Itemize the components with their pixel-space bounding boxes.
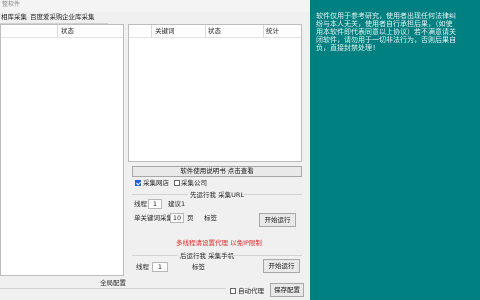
auto-proxy-checkbox[interactable] [230, 288, 236, 294]
phone-tag-label: 标签 [192, 263, 205, 271]
phone-thread-label: 线程 [136, 263, 149, 271]
divider [0, 288, 226, 289]
phone-start-button[interactable]: 开始运行 [263, 259, 300, 273]
group-line [132, 194, 188, 195]
header-divider [129, 37, 301, 38]
proxy-warning-text: 多线程请设置代理 以免IP限制 [176, 239, 262, 247]
keyword-col-header-keyword: 关键词 [155, 27, 175, 35]
collect-shop-label: 采集网店 [143, 179, 169, 187]
log-console[interactable]: 软件仅用于参考研究，使用者出现任何法律纠 纷与本人无关，使用者自行承担后果，（如… [310, 0, 480, 300]
console-line: 用本软件即代表同意以上协议）若不满意请关 [316, 28, 456, 36]
url-thread-label: 线程 [134, 200, 147, 208]
column-divider[interactable] [263, 25, 264, 37]
tab-company-library[interactable]: 企业库采集 [62, 12, 95, 22]
keyword-col-header-status: 状态 [208, 27, 221, 35]
url-start-button[interactable]: 开始运行 [259, 213, 296, 227]
group-line [226, 255, 302, 256]
auto-proxy-label: 自动代理 [238, 287, 264, 295]
pages-input[interactable]: 10 [170, 213, 184, 223]
pages-unit: 页 [187, 214, 194, 222]
collect-company-label: 采集公司 [181, 179, 207, 187]
collect-company-checkbox[interactable] [174, 180, 180, 186]
console-line: 闭软件，请勿用于一切非法行为，否则后果自 [316, 36, 456, 44]
keyword-pages-label: 单关键词采集 [134, 214, 173, 222]
global-config-label: 全局配置 [100, 279, 126, 287]
console-line: 纷与本人无关，使用者自行承担后果，（如使 [316, 20, 453, 28]
collect-shop-checkbox[interactable] [135, 180, 141, 186]
keyword-col-header-count: 统计 [266, 27, 279, 35]
column-divider[interactable] [151, 25, 152, 37]
console-line: 软件仅用于参考研究，使用者出现任何法律纠 [316, 12, 456, 20]
manual-button[interactable]: 软件使用说明书 点击查看 [132, 166, 302, 177]
console-line: 负，直接封禁处理! [316, 44, 377, 52]
keyword-list[interactable]: 关键词 状态 统计 [128, 24, 302, 162]
left-col-header-status: 状态 [61, 27, 74, 35]
save-config-button[interactable]: 保存配置 [270, 283, 304, 297]
left-result-list[interactable]: 状态 [0, 24, 124, 276]
column-divider[interactable] [205, 25, 206, 37]
tab-library-collect[interactable]: 相库采集 [1, 12, 27, 22]
group-line [132, 255, 178, 256]
tab-baidu-aicaigou[interactable]: 百度爱采购 [30, 12, 63, 22]
phone-section-title: 后运行我 采集手机 [180, 252, 235, 260]
column-divider[interactable] [57, 25, 58, 37]
header-divider [1, 37, 123, 38]
url-section-title: 先运行我 采集URL [190, 191, 244, 199]
url-thread-hint: 建议1 [168, 200, 186, 208]
url-thread-input[interactable]: 1 [148, 199, 162, 209]
phone-thread-input[interactable]: 1 [152, 262, 168, 272]
group-line [242, 194, 302, 195]
url-tag-label: 标签 [204, 214, 217, 222]
window-title: 整软件 [0, 0, 310, 12]
